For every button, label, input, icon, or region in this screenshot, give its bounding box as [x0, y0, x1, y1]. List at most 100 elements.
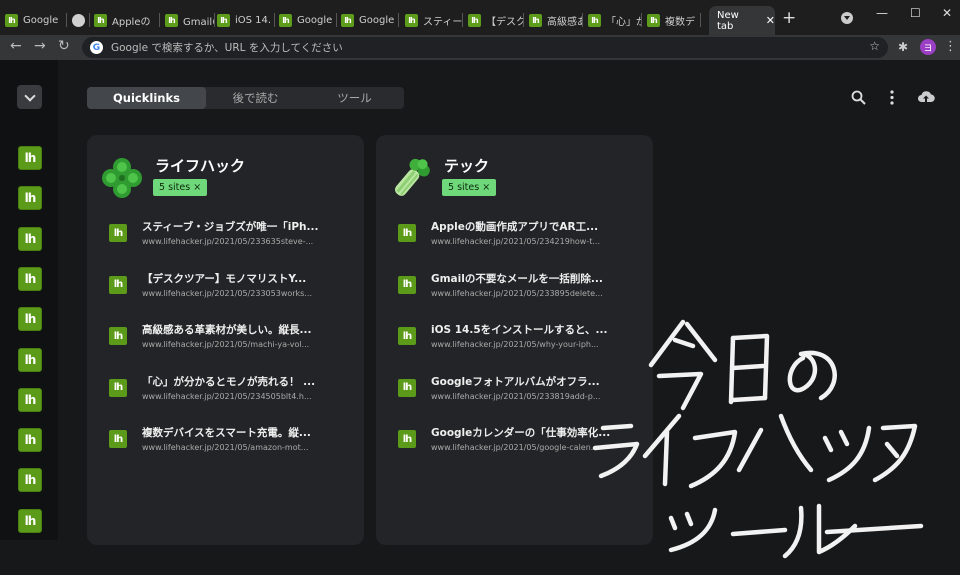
- maximize-button[interactable]: ☐: [910, 6, 921, 20]
- lifehacker-favicon-icon: lh: [217, 13, 230, 27]
- lifehacker-favicon-icon: lh: [398, 275, 416, 294]
- tab-item[interactable]: lh スティーブ: [405, 8, 463, 32]
- tab-tools[interactable]: ツール: [305, 87, 404, 109]
- tab-separator: [582, 13, 583, 27]
- search-icon[interactable]: [851, 90, 866, 105]
- quicklink-title[interactable]: Gmailの不要なメールを一括削除...: [431, 271, 603, 286]
- address-bar[interactable]: G Google で検索するか、URL を入力してください ☆: [82, 37, 888, 58]
- lifehacker-favicon-icon: lh: [94, 13, 107, 27]
- bookmark-star-icon[interactable]: ☆: [869, 39, 880, 53]
- quicklink-title[interactable]: 複数デバイスをスマート充電。縦...: [142, 425, 311, 440]
- sidebar-lifehacker-icon[interactable]: lh: [18, 508, 42, 533]
- sites-count-badge[interactable]: 5 sites ×: [442, 179, 497, 196]
- sites-count-badge[interactable]: 5 sites ×: [153, 179, 208, 196]
- quicklink-url: www.lifehacker.jp/2021/05/amazon-mot...: [142, 443, 309, 452]
- tab-label: スティーブ: [423, 16, 463, 28]
- tab-separator: [700, 13, 701, 27]
- lifehacker-favicon-icon: lh: [109, 378, 127, 397]
- tab-item[interactable]: lh 高級感あ: [529, 8, 583, 32]
- quicklink-item[interactable]: lh 高級感ある革素材が美しい。縦長... www.lifehacker.jp/20…: [107, 322, 347, 354]
- close-window-button[interactable]: ✕: [942, 6, 952, 20]
- extensions-icon[interactable]: ✱: [898, 40, 908, 54]
- sidebar-lifehacker-icon[interactable]: lh: [18, 307, 42, 332]
- more-vert-icon[interactable]: [889, 90, 895, 105]
- tab-item[interactable]: lh 「心」が: [588, 8, 642, 32]
- tab-item[interactable]: lh Gmailの: [165, 8, 215, 32]
- tab-search-icon[interactable]: [841, 12, 853, 24]
- quicklink-title[interactable]: Appleの動画作成アプリでAR工...: [431, 219, 598, 234]
- new-tab-page: lh lh lh lh lh lh lh lh lh lh Quicklinks 後で読む ツール…: [0, 60, 960, 559]
- tab-read-later[interactable]: 後で読む: [206, 87, 305, 109]
- tab-separator: [462, 13, 463, 27]
- cloud-upload-icon[interactable]: [917, 89, 935, 105]
- quicklink-item[interactable]: lh 【デスクツアー】モノマリストY... www.lifehacker.jp/20…: [107, 271, 347, 303]
- sidebar-lifehacker-icon[interactable]: lh: [18, 347, 42, 372]
- tab-label: iOS 14.: [235, 14, 272, 26]
- tab-item[interactable]: lh 複数デ: [647, 8, 701, 32]
- lifehacker-favicon-icon: lh: [165, 13, 178, 27]
- quicklink-item[interactable]: lh Gmailの不要なメールを一括削除... www.lifehacker.jp/…: [396, 271, 636, 303]
- sidebar-lifehacker-icon[interactable]: lh: [18, 387, 42, 412]
- sidebar-lifehacker-icon[interactable]: lh: [18, 468, 42, 493]
- tab-new-tab[interactable]: New tab ✕: [709, 6, 775, 35]
- browser-menu-icon[interactable]: ⋮: [944, 39, 957, 54]
- quicklink-url: www.lifehacker.jp/2021/05/233635steve-..…: [142, 237, 314, 246]
- tab-item[interactable]: lh iOS 14.: [217, 8, 275, 32]
- tab-item[interactable]: lh Google: [279, 8, 337, 32]
- quicklink-item[interactable]: lh 複数デバイスをスマート充電。縦... www.lifehacker.jp/20…: [107, 425, 347, 457]
- tab-item[interactable]: [72, 8, 90, 32]
- profile-avatar[interactable]: ヨ: [920, 39, 936, 55]
- quicklink-url: www.lifehacker.jp/2021/05/google-calen..…: [431, 443, 599, 452]
- sidebar: lh lh lh lh lh lh lh lh lh lh: [0, 60, 58, 540]
- reload-icon[interactable]: ↻: [58, 38, 70, 54]
- tab-label: Gmailの: [183, 16, 215, 28]
- quicklink-title[interactable]: 【デスクツアー】モノマリストY...: [142, 271, 306, 286]
- tab-label: Appleの: [112, 16, 151, 28]
- card-title: ライフハック: [155, 157, 246, 175]
- forward-icon[interactable]: →: [34, 38, 46, 54]
- quicklink-url: www.lifehacker.jp/2021/05/why-your-iph..…: [431, 340, 599, 349]
- back-icon[interactable]: ←: [10, 38, 22, 54]
- sidebar-lifehacker-icon[interactable]: lh: [18, 226, 42, 251]
- minimize-button[interactable]: —: [876, 6, 888, 20]
- tab-item[interactable]: lh Appleの: [94, 8, 160, 32]
- quicklink-item[interactable]: lh Appleの動画作成アプリでAR工... www.lifehacker.jp/…: [396, 219, 636, 251]
- sidebar-lifehacker-icon[interactable]: lh: [18, 266, 42, 291]
- quicklink-title[interactable]: 高級感ある革素材が美しい。縦長...: [142, 322, 311, 337]
- lifehacker-favicon-icon: lh: [398, 224, 416, 242]
- tab-separator: [66, 13, 67, 27]
- tab-label: 【デスクツ: [486, 16, 524, 28]
- quicklink-title[interactable]: スティーブ・ジョブズが唯一「iPh...: [142, 219, 318, 234]
- tab-label: 高級感あ: [547, 16, 583, 28]
- quicklink-title[interactable]: 「心」が分かるとモノが売れる！ ...: [142, 374, 315, 389]
- tab-strip: lhGooglelhAppleのlhGmailのlhiOS 14.lhGoogl…: [0, 0, 960, 35]
- lifehacker-favicon-icon: lh: [109, 327, 127, 345]
- tab-separator: [159, 13, 160, 27]
- lifehacker-favicon-icon: lh: [588, 13, 601, 27]
- tab-item[interactable]: lh Google: [341, 8, 399, 32]
- quicklink-item[interactable]: lh スティーブ・ジョブズが唯一「iPh... www.lifehacker.jp/…: [107, 219, 347, 251]
- tab-label: Google: [23, 14, 59, 26]
- tab-separator: [214, 13, 215, 27]
- tab-item[interactable]: lh Google: [5, 8, 67, 32]
- tab-item[interactable]: lh 【デスクツ: [468, 8, 524, 32]
- lifehacker-favicon-icon: lh: [398, 327, 416, 345]
- lifehacker-favicon-icon: lh: [109, 224, 127, 242]
- address-placeholder[interactable]: Google で検索するか、URL を入力してください: [111, 40, 343, 55]
- quicklink-url: www.lifehacker.jp/2021/05/233895delete..…: [431, 288, 603, 298]
- quicklink-url: www.lifehacker.jp/2021/05/233053works...: [142, 288, 312, 298]
- sidebar-lifehacker-icon[interactable]: lh: [18, 146, 42, 170]
- chevron-down-icon[interactable]: [17, 85, 42, 109]
- clover-icon: [101, 157, 143, 199]
- new-tab-button[interactable]: +: [782, 8, 796, 28]
- sidebar-lifehacker-icon[interactable]: lh: [18, 186, 42, 211]
- quicklink-item[interactable]: lh 「心」が分かるとモノが売れる！ ... www.lifehacker.jp/2…: [107, 374, 347, 406]
- tab-separator: [398, 13, 399, 27]
- lifehacker-favicon-icon: lh: [529, 13, 542, 27]
- close-tab-icon[interactable]: ✕: [766, 14, 775, 27]
- tab-separator: [336, 13, 337, 27]
- tab-quicklinks[interactable]: Quicklinks: [87, 87, 206, 109]
- sidebar-lifehacker-icon[interactable]: lh: [18, 428, 42, 453]
- quicklink-url: www.lifehacker.jp/2021/05/machi-ya-vol..…: [142, 340, 310, 349]
- lifehacker-favicon-icon: lh: [109, 275, 127, 294]
